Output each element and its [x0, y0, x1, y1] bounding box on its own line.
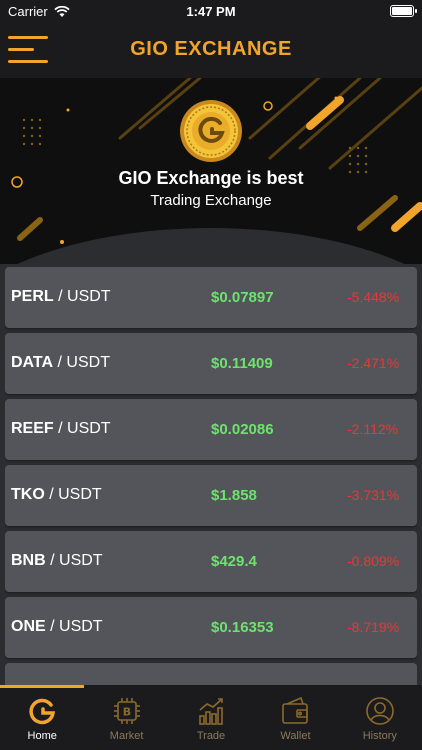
change-value: -3.731%	[347, 487, 400, 503]
pair-label: TKO / USDT	[11, 486, 102, 503]
price-value: $0.02086	[211, 421, 274, 438]
market-row-reef[interactable]: REEF / USDT $0.02086 -2.112%	[5, 399, 417, 460]
price-value: $0.07897	[211, 289, 274, 306]
tab-wallet[interactable]: Wallet	[253, 685, 337, 750]
market-row-perl[interactable]: PERL / USDT $0.07897 -5.448%	[5, 267, 417, 328]
change-value: -2.112%	[347, 421, 399, 437]
tab-home[interactable]: Home	[0, 685, 84, 750]
tab-market[interactable]: B Market	[84, 685, 168, 750]
change-value: -5.448%	[347, 289, 400, 305]
change-value: -8.719%	[347, 619, 400, 635]
pair-label: ONE / USDT	[11, 618, 103, 635]
market-row-bnb[interactable]: BNB / USDT $429.4 -0.809%	[5, 531, 417, 592]
hero-banner: GIO Exchange is best Trading Exchange	[0, 78, 422, 264]
market-list[interactable]: PERL / USDT $0.07897 -5.448% DATA / USDT…	[5, 267, 417, 685]
home-g-icon	[29, 698, 56, 725]
pair-label: PERL / USDT	[11, 288, 111, 305]
market-row-data[interactable]: DATA / USDT $0.11409 -2.471%	[5, 333, 417, 394]
bitcoin-chip-icon: B	[113, 698, 140, 724]
tab-history[interactable]: History	[338, 685, 422, 750]
change-value: -0.809%	[347, 553, 400, 569]
change-value: -2.471%	[347, 355, 400, 371]
chart-icon	[199, 698, 223, 725]
wallet-icon	[282, 696, 309, 724]
svg-text:B: B	[122, 706, 130, 719]
gio-coin-logo	[180, 100, 242, 162]
app-header: GIO EXCHANGE	[0, 22, 422, 78]
tab-trade[interactable]: Trade	[169, 685, 253, 750]
price-value: $0.16353	[211, 619, 274, 636]
battery-icon	[390, 5, 417, 17]
tab-label: Trade	[196, 730, 226, 742]
status-time: 1:47 PM	[186, 4, 236, 19]
app-title: GIO EXCHANGE	[130, 38, 292, 60]
price-value: $0.11409	[211, 355, 273, 372]
pair-label: BNB / USDT	[11, 552, 103, 569]
market-row-one[interactable]: ONE / USDT $0.16353 -8.719%	[5, 597, 417, 658]
tab-label: Market	[109, 730, 144, 742]
price-value: $1.858	[211, 487, 257, 504]
market-row-tko[interactable]: TKO / USDT $1.858 -3.731%	[5, 465, 417, 526]
tab-label: History	[362, 730, 397, 742]
price-value: $429.4	[211, 553, 257, 570]
pair-label: DATA / USDT	[11, 354, 110, 371]
tab-label: Home	[27, 730, 57, 742]
banner-subtitle: Trading Exchange	[150, 192, 272, 209]
bottom-tab-bar: Home B Market Trade Wallet History	[0, 685, 422, 750]
market-row-partial[interactable]	[5, 663, 417, 685]
user-icon	[366, 697, 394, 725]
banner-title: GIO Exchange is best	[118, 168, 304, 188]
active-tab-indicator	[0, 685, 84, 688]
status-bar: Carrier 1:47 PM	[0, 0, 422, 22]
tab-label: Wallet	[280, 730, 311, 742]
pair-label: REEF / USDT	[11, 420, 111, 437]
